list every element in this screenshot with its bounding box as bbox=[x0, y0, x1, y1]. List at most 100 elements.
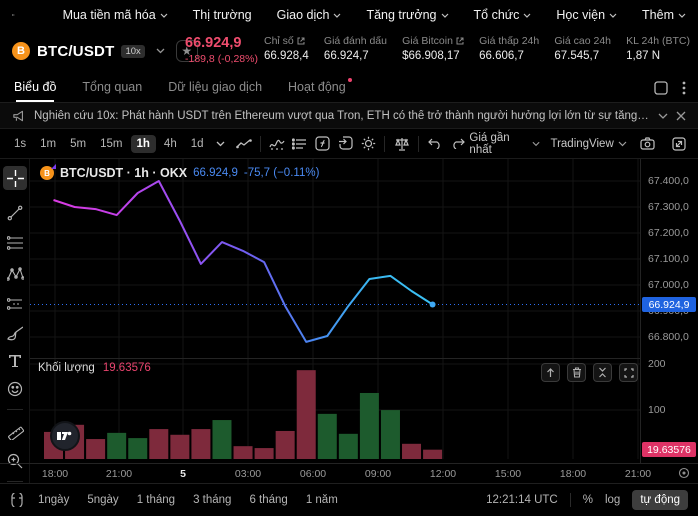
nav-item-mua-tien-ma-hoa[interactable]: Mua tiền mã hóa bbox=[63, 8, 168, 22]
price-block: 66.924,9 -189,8 (-0,28%) bbox=[185, 35, 258, 65]
pair-selector[interactable]: B BTC/USDT 10x ★ bbox=[12, 30, 198, 72]
last-price: 66.924,9 bbox=[185, 35, 258, 51]
range-1-nam[interactable]: 1 năm bbox=[306, 494, 338, 506]
notification-dot bbox=[348, 78, 352, 82]
nav-item-them[interactable]: Thêm bbox=[642, 8, 686, 22]
news-close-icon[interactable] bbox=[676, 111, 686, 121]
undo-icon[interactable] bbox=[424, 132, 447, 156]
range-buttons: 1ngày 5ngày 1 tháng 3 tháng 6 tháng 1 năm bbox=[38, 494, 338, 506]
log-scale-button[interactable]: log bbox=[605, 494, 620, 506]
tab-hoat-ong[interactable]: Hoạt động bbox=[288, 72, 346, 102]
auto-scale-button[interactable]: tự động bbox=[632, 490, 688, 510]
range-3-thang[interactable]: 3 tháng bbox=[193, 494, 231, 506]
range-1ngay[interactable]: 1ngày bbox=[38, 494, 69, 506]
volume-bar bbox=[255, 448, 274, 459]
interval-1h[interactable]: 1h bbox=[131, 135, 156, 153]
interval-5m[interactable]: 5m bbox=[64, 135, 92, 153]
volume-badge: 19.63576 bbox=[642, 442, 696, 457]
volume-value: 19.63576 bbox=[103, 362, 151, 374]
news-text[interactable]: Nghiên cứu 10x: Phát hành USDT trên Ethe… bbox=[34, 110, 650, 122]
stat-value: 1,87 N bbox=[626, 50, 690, 62]
nav-item-giao-dich[interactable]: Giao dịch bbox=[277, 8, 342, 22]
chevron-down-icon bbox=[618, 141, 627, 147]
price-line bbox=[54, 181, 433, 342]
chart-style-icon[interactable] bbox=[232, 132, 255, 156]
panel-layout-icon[interactable] bbox=[654, 81, 668, 95]
magnet-icon[interactable] bbox=[10, 493, 24, 507]
percent-scale-button[interactable]: % bbox=[583, 494, 593, 506]
btc-coin-icon: B bbox=[40, 166, 54, 180]
position-tool-icon[interactable] bbox=[3, 292, 27, 316]
interval-15m[interactable]: 15m bbox=[94, 135, 128, 153]
xabcd-pattern-tool-icon[interactable] bbox=[3, 262, 27, 286]
time-tick-label: 12:00 bbox=[430, 468, 456, 480]
price-scale[interactable]: 67.400,067.300,067.200,067.100,067.000,0… bbox=[640, 159, 698, 463]
camera-screenshot-icon[interactable] bbox=[637, 132, 659, 156]
more-options-icon[interactable] bbox=[682, 81, 686, 95]
okx-logo[interactable] bbox=[12, 7, 15, 23]
tab-du-lieu-giao-dich[interactable]: Dữ liệu giao dịch bbox=[168, 72, 262, 102]
volume-bar bbox=[276, 431, 295, 459]
volume-bar bbox=[149, 429, 168, 459]
fullscreen-icon[interactable] bbox=[668, 132, 690, 156]
tab-bieu-o[interactable]: Biểu đồ bbox=[14, 72, 56, 102]
news-expand-chevron-icon[interactable] bbox=[658, 113, 668, 119]
volume-bar bbox=[212, 420, 231, 459]
range-6-thang[interactable]: 6 tháng bbox=[249, 494, 287, 506]
redo-icon[interactable] bbox=[447, 132, 470, 156]
compare-scale-icon[interactable] bbox=[390, 132, 413, 156]
tab-tong-quan[interactable]: Tổng quan bbox=[82, 72, 142, 102]
chevron-down-icon bbox=[523, 13, 531, 18]
volume-bar bbox=[86, 439, 105, 459]
price-tick-label: 67.200,0 bbox=[648, 227, 689, 239]
fib-retracement-tool-icon[interactable] bbox=[3, 231, 27, 255]
settings-gear-icon[interactable] bbox=[357, 132, 380, 156]
nav-item-tang-truong[interactable]: Tăng trưởng bbox=[366, 8, 448, 22]
interval-1d[interactable]: 1d bbox=[185, 135, 210, 153]
template-icon[interactable] bbox=[289, 132, 312, 156]
nav-item-thi-truong[interactable]: Thị trường bbox=[193, 8, 252, 22]
volume-bar bbox=[360, 393, 379, 459]
stat-label: Giá cao 24h bbox=[554, 35, 611, 47]
ruler-tool-icon[interactable] bbox=[3, 419, 27, 443]
range-1-thang[interactable]: 1 tháng bbox=[137, 494, 175, 506]
chevron-down-icon bbox=[156, 48, 165, 54]
nav-item-hoc-vien[interactable]: Học viện bbox=[556, 8, 617, 22]
price-mode-dropdown[interactable]: Giá gần nhất bbox=[469, 132, 540, 156]
time-tick-label: 18:00 bbox=[560, 468, 586, 480]
stat-label: KL 24h (BTC) bbox=[626, 35, 690, 47]
delete-pane-button[interactable] bbox=[567, 363, 586, 382]
interval-1m[interactable]: 1m bbox=[34, 135, 62, 153]
time-tick-label: 06:00 bbox=[300, 468, 326, 480]
stat-gia-cao-24h: Giá cao 24h67.545,7 bbox=[554, 35, 611, 62]
nav-item-to-chuc[interactable]: Tổ chức bbox=[474, 8, 532, 22]
interval-4h[interactable]: 4h bbox=[158, 135, 183, 153]
clock-utc[interactable]: 12:21:14 UTC bbox=[486, 494, 558, 506]
text-tool-icon[interactable] bbox=[3, 349, 27, 373]
emoji-tool-icon[interactable] bbox=[3, 377, 27, 401]
interval-1s[interactable]: 1s bbox=[8, 135, 32, 153]
scroll-to-realtime-icon[interactable] bbox=[678, 467, 690, 479]
price-chart[interactable] bbox=[30, 159, 640, 463]
volume-bar bbox=[107, 433, 126, 459]
external-link-icon[interactable] bbox=[456, 37, 464, 45]
maximize-pane-button[interactable] bbox=[619, 363, 638, 382]
function-icon[interactable] bbox=[311, 132, 334, 156]
external-link-icon[interactable] bbox=[297, 37, 305, 45]
range-5ngay[interactable]: 5ngày bbox=[87, 494, 118, 506]
legend-price: 66.924,9 bbox=[193, 167, 238, 179]
time-tick-label: 21:00 bbox=[106, 468, 132, 480]
trendline-tool-icon[interactable] bbox=[3, 201, 27, 225]
stat-gia-bitcoin: Giá Bitcoin$66.908,17 bbox=[402, 35, 464, 62]
indicators-icon[interactable] bbox=[266, 132, 289, 156]
brush-tool-icon[interactable] bbox=[3, 321, 27, 345]
intervals-dropdown-icon[interactable] bbox=[210, 132, 233, 156]
chevron-down-icon bbox=[333, 13, 341, 18]
move-pane-up-button[interactable] bbox=[541, 363, 560, 382]
export-icon[interactable] bbox=[334, 132, 357, 156]
time-axis[interactable]: 18:0021:00503:0006:0009:0012:0015:0018:0… bbox=[0, 463, 698, 481]
collapse-pane-button[interactable] bbox=[593, 363, 612, 382]
crosshair-tool-icon[interactable] bbox=[3, 166, 27, 190]
price-change: -189,8 (-0,28%) bbox=[185, 53, 258, 65]
provider-dropdown[interactable]: TradingView bbox=[550, 138, 626, 150]
